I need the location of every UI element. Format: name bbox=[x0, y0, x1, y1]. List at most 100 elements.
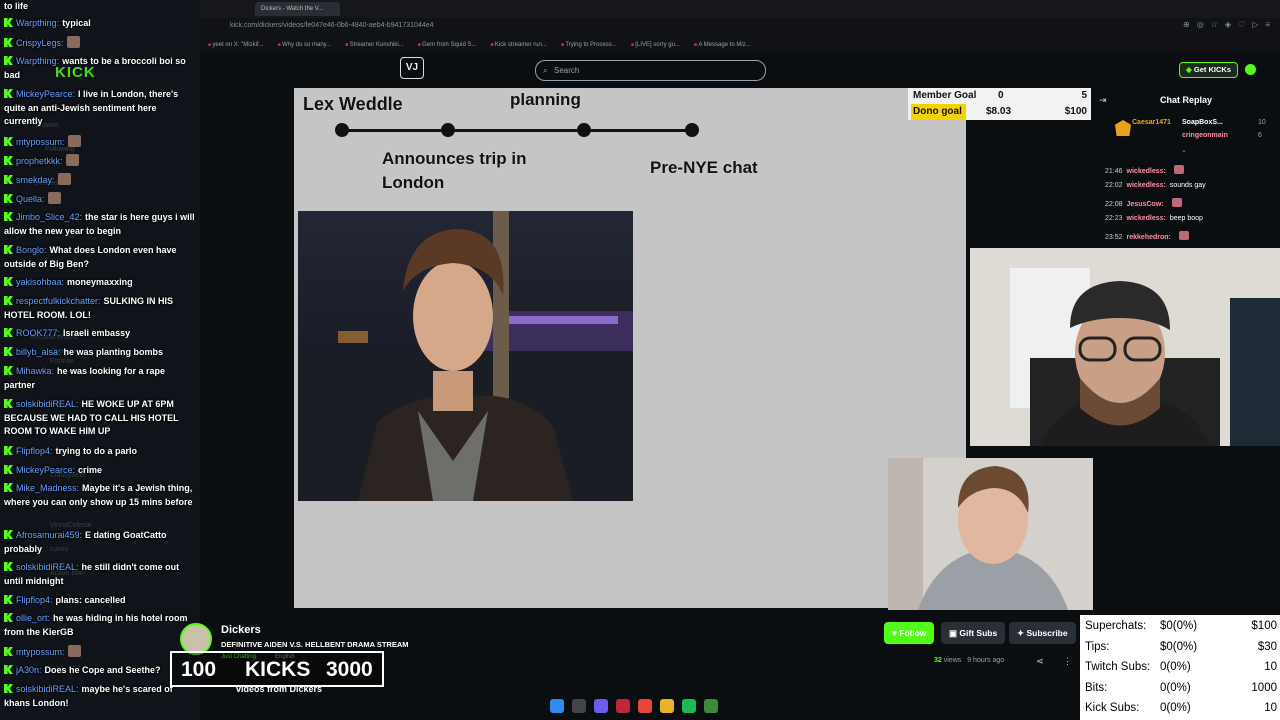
kick-badge-icon bbox=[4, 399, 13, 408]
chat-username[interactable]: jA30n: bbox=[16, 665, 42, 675]
extension-icon[interactable]: ◎ bbox=[1197, 20, 1204, 29]
kick-badge-icon bbox=[4, 212, 13, 221]
bookmark-item[interactable]: yeet on X: "Mizkif... bbox=[208, 38, 263, 52]
webcam-main bbox=[970, 248, 1280, 446]
zoom-icon[interactable]: ⊕ bbox=[1183, 20, 1190, 29]
get-kicks-button[interactable]: ◆ Get KICKs bbox=[1179, 62, 1238, 78]
heart-icon[interactable]: ♡ bbox=[1238, 20, 1245, 29]
more-options-icon[interactable]: ⋮ bbox=[1063, 656, 1072, 667]
folder-icon[interactable] bbox=[660, 699, 674, 713]
url-text[interactable]: kick.com/dickers/videos/fe047e46-0b6-484… bbox=[230, 22, 434, 29]
chat-username[interactable]: ROOK777: bbox=[16, 328, 60, 338]
chat-username[interactable]: Afrosamurai459: bbox=[16, 530, 82, 540]
channel-name[interactable]: Dickers bbox=[221, 624, 261, 636]
chat-username[interactable]: prophetkkk: bbox=[16, 156, 63, 166]
chat-username[interactable]: mtypossum: bbox=[16, 647, 65, 657]
shield-icon[interactable]: ◈ bbox=[1225, 20, 1231, 29]
share-icon[interactable]: ⋖ bbox=[1036, 656, 1044, 667]
bookmark-item[interactable]: A Message to Miz... bbox=[694, 38, 750, 52]
bookmarks-bar: yeet on X: "Mizkif... Why do so many... St… bbox=[200, 38, 1280, 52]
search-icon: ⌕ bbox=[543, 66, 548, 75]
follow-button[interactable]: ♥ Follow bbox=[884, 622, 935, 644]
chat-username[interactable]: solskibidiREAL: bbox=[16, 399, 79, 409]
kick-badge-icon bbox=[4, 245, 13, 254]
chat-message: Jimbo_Slice_42: the star is here guys i w… bbox=[4, 211, 196, 238]
view-count: 32 views 9 hours ago bbox=[934, 657, 1004, 664]
chat-username[interactable]: Warpthing: bbox=[16, 18, 59, 28]
windows-start-icon[interactable] bbox=[550, 699, 564, 713]
kick-badge-icon bbox=[4, 56, 13, 65]
kick-coin-icon[interactable] bbox=[1245, 64, 1256, 75]
timeline-dot bbox=[577, 123, 591, 137]
chevron-down-icon[interactable]: ⌄ bbox=[1181, 146, 1187, 154]
kick-badge-icon bbox=[4, 530, 13, 539]
kick-badge-icon bbox=[4, 562, 13, 571]
collapse-chat-icon[interactable]: ⇥ bbox=[1099, 95, 1107, 106]
app-icon[interactable] bbox=[616, 699, 630, 713]
kick-badge-icon bbox=[4, 328, 13, 337]
play-icon[interactable]: ▷ bbox=[1252, 20, 1258, 29]
chat-username[interactable]: mtypossum: bbox=[16, 137, 65, 147]
kick-badge-icon bbox=[4, 137, 13, 146]
replay-username[interactable]: rekkehedron: bbox=[1127, 234, 1171, 241]
chat-username[interactable]: yakisohbaa: bbox=[16, 277, 64, 287]
chat-username[interactable]: Flipflop4: bbox=[16, 446, 53, 456]
menu-icon[interactable]: ≡ bbox=[1265, 20, 1270, 29]
bookmark-item[interactable]: Gem from Squid S... bbox=[418, 38, 476, 52]
gift-subs-button[interactable]: ▣ Gift Subs bbox=[941, 622, 1006, 644]
discord-icon[interactable] bbox=[594, 699, 608, 713]
chat-username[interactable]: solskibidiREAL: bbox=[16, 684, 79, 694]
replay-username[interactable]: JesusCow: bbox=[1127, 201, 1164, 208]
chat-username[interactable]: solskibidiREAL: bbox=[16, 562, 79, 572]
browser-tab-active[interactable]: Dickers - Watch the V... bbox=[255, 2, 340, 16]
search-icon[interactable] bbox=[572, 699, 586, 713]
chat-username[interactable]: billyb_alsa: bbox=[16, 347, 61, 357]
dono-goal-target: $100 bbox=[1064, 106, 1087, 117]
browser-tab-bar: Dickers - Watch the V... bbox=[200, 0, 1280, 18]
bookmark-item[interactable]: Why do so many... bbox=[278, 38, 331, 52]
chat-text: trying to do a parlo bbox=[55, 446, 138, 456]
chat-username[interactable]: CrispyLegs: bbox=[16, 38, 64, 48]
stat-row: Tips: $0(0%) $30 bbox=[1085, 637, 1277, 657]
replay-username[interactable]: wickedless: bbox=[1127, 215, 1166, 222]
stat-label: Twitch Subs: bbox=[1085, 661, 1151, 674]
chat-username[interactable]: Mihawka: bbox=[16, 366, 54, 376]
xbox-icon[interactable] bbox=[704, 699, 718, 713]
chat-username[interactable]: Mike_Madness: bbox=[16, 483, 79, 493]
stat-row: Superchats: $0(0%) $100 bbox=[1085, 616, 1277, 636]
subscribe-button[interactable]: ✦ Subscribe bbox=[1009, 622, 1076, 644]
chat-username[interactable]: Bonglo: bbox=[16, 245, 47, 255]
chat-username[interactable]: Quella: bbox=[16, 194, 45, 204]
dono-goal-label: Dono goal bbox=[913, 106, 962, 117]
star-icon: ✦ bbox=[1017, 628, 1025, 638]
stat-value: 0(0%) bbox=[1160, 661, 1191, 674]
search-input[interactable]: ⌕ Search bbox=[535, 60, 766, 81]
timeline-label-bottom-left: Announces trip in London bbox=[382, 149, 527, 192]
bookmark-item[interactable]: Kick streamer run... bbox=[490, 38, 547, 52]
replay-text: beep boop bbox=[1169, 214, 1203, 222]
replay-message: 22:23 wickedless: beep boop bbox=[1105, 215, 1203, 222]
chat-username[interactable]: ollie_ort: bbox=[16, 613, 50, 623]
bookmark-item[interactable]: Streamer Kunshiki... bbox=[345, 38, 404, 52]
timeline-label-top-right: planning bbox=[510, 90, 581, 109]
bookmark-item[interactable]: Trying to Process... bbox=[561, 38, 616, 52]
chat-username[interactable]: smekday: bbox=[16, 175, 55, 185]
chat-username[interactable]: Warpthing: bbox=[16, 56, 59, 66]
kick-badge-icon bbox=[4, 446, 13, 455]
chat-username[interactable]: Jimbo_Slice_42: bbox=[16, 212, 82, 222]
chat-username[interactable]: MickeyPearce: bbox=[16, 89, 75, 99]
bookmark-item[interactable]: [LIVE] sorry gu... bbox=[631, 38, 680, 52]
browser-url-bar[interactable]: kick.com/dickers/videos/fe047e46-0b6-484… bbox=[200, 18, 1280, 38]
timeline-label-top-left: Lex Weddle bbox=[303, 94, 403, 114]
chrome-icon[interactable] bbox=[638, 699, 652, 713]
star-icon[interactable]: ☆ bbox=[1211, 20, 1218, 29]
site-logo[interactable]: VJ bbox=[400, 57, 424, 79]
chat-username[interactable]: Flipflop4: bbox=[16, 595, 53, 605]
chat-message: jA30n: Does he Cope and Seethe? bbox=[4, 664, 196, 678]
spotify-icon[interactable] bbox=[682, 699, 696, 713]
stat-value: 0(0%) bbox=[1160, 681, 1191, 694]
replay-username[interactable]: wickedless: bbox=[1127, 168, 1166, 175]
chat-username[interactable]: MickeyPearce: bbox=[16, 465, 75, 475]
replay-username[interactable]: wickedless: bbox=[1127, 182, 1166, 189]
chat-username[interactable]: respectfulkickchatter: bbox=[16, 296, 101, 306]
